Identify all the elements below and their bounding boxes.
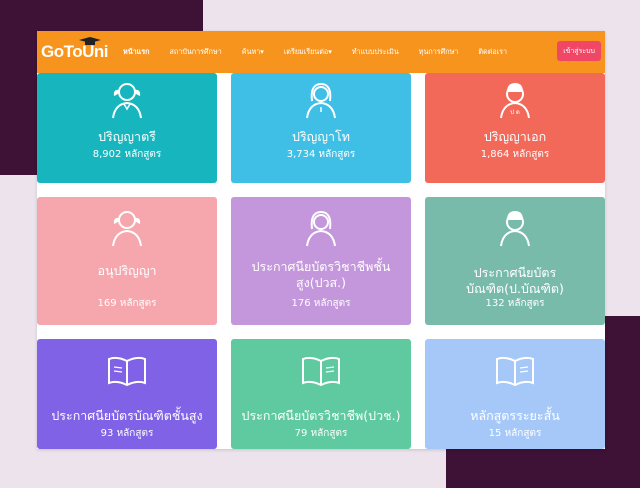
card-master[interactable]: ปริญญาโท 3,734 หลักสูตร [231,73,411,183]
card-bachelor[interactable]: ปริญญาตรี 8,902 หลักสูตร [37,73,217,183]
nav-prepare[interactable]: เตรียมเรียนต่อ▾ [284,47,332,58]
card-title: ปริญญาโท [292,129,350,144]
card-count: 1,864 หลักสูตร [480,149,550,160]
open-book-icon [108,356,146,387]
female-graduate-icon [306,210,336,247]
nav-contact[interactable]: ติดต่อเรา [478,47,507,58]
card-title: อนุปริญญา [97,263,157,278]
female-graduate-icon [306,82,336,119]
logo[interactable]: GoToUni [41,37,109,64]
card-doctorate[interactable]: ป ด ปริญญาเอก 1,864 หลักสูตร [425,73,605,183]
card-count: 79 หลักสูตร [294,428,348,439]
card-count: 176 หลักสูตร [291,298,351,309]
card-title: หลักสูตรระยะสั้น [470,408,560,423]
female-graduate-icon [112,83,142,119]
card-count: 93 หลักสูตร [100,428,154,439]
card-title: ปริญญาเอก [483,129,547,144]
card-title: ประกาศนียบัตรวิชาชีพ(ปวช.) [241,408,401,423]
nav-links: หน้าแรก สถาบันการศึกษา ค้นหา▾ เตรียมเรีย… [123,47,527,58]
card-count: 8,902 หลักสูตร [92,149,162,160]
card-count: 169 หลักสูตร [97,298,157,309]
open-book-icon [302,356,340,387]
nav-assessment[interactable]: ทำแบบประเมิน [352,47,399,58]
card-short-course[interactable]: หลักสูตรระยะสั้น 15 หลักสูตร [425,339,605,449]
nav-home[interactable]: หน้าแรก [123,47,150,58]
nav-scholarship[interactable]: ทุนการศึกษา [419,47,459,58]
card-title: ประกาศนียบัตรบัณฑิต(ป.บัณฑิต) [466,265,564,296]
card-title: ประกาศนียบัตรวิชาชีพชั้นสูง(ปวส.) [251,259,391,290]
male-graduate-icon: ป ด [500,83,530,119]
female-graduate-icon [112,211,142,247]
male-graduate-icon [500,211,530,247]
card-title: ปริญญาตรี [98,129,156,144]
card-count: 3,734 หลักสูตร [286,149,356,160]
card-count: 132 หลักสูตร [485,298,545,309]
card-vocational[interactable]: ประกาศนียบัตรวิชาชีพ(ปวช.) 79 หลักสูตร [231,339,411,449]
card-associate[interactable]: อนุปริญญา 169 หลักสูตร [37,197,217,325]
graduation-cap-icon [79,37,101,45]
website-frame: GoToUni หน้าแรก สถาบันการศึกษา ค้นหา▾ เต… [37,31,605,449]
svg-text:ป ด: ป ด [510,109,520,116]
navbar: GoToUni หน้าแรก สถาบันการศึกษา ค้นหา▾ เต… [37,31,605,73]
open-book-icon [496,356,534,387]
nav-institutions[interactable]: สถาบันการศึกษา [170,47,222,58]
nav-search[interactable]: ค้นหา▾ [242,47,264,58]
card-advanced-diploma[interactable]: ประกาศนียบัตรบัณฑิตชั้นสูง 93 หลักสูตร [37,339,217,449]
card-count: 15 หลักสูตร [488,428,542,439]
card-higher-vocational[interactable]: ประกาศนียบัตรวิชาชีพชั้นสูง(ปวส.) 176 หล… [231,197,411,325]
card-graduate-diploma[interactable]: ประกาศนียบัตรบัณฑิต(ป.บัณฑิต) 132 หลักสู… [425,197,605,325]
card-title: ประกาศนียบัตรบัณฑิตชั้นสูง [51,408,203,423]
login-button[interactable]: เข้าสู่ระบบ [557,41,601,61]
